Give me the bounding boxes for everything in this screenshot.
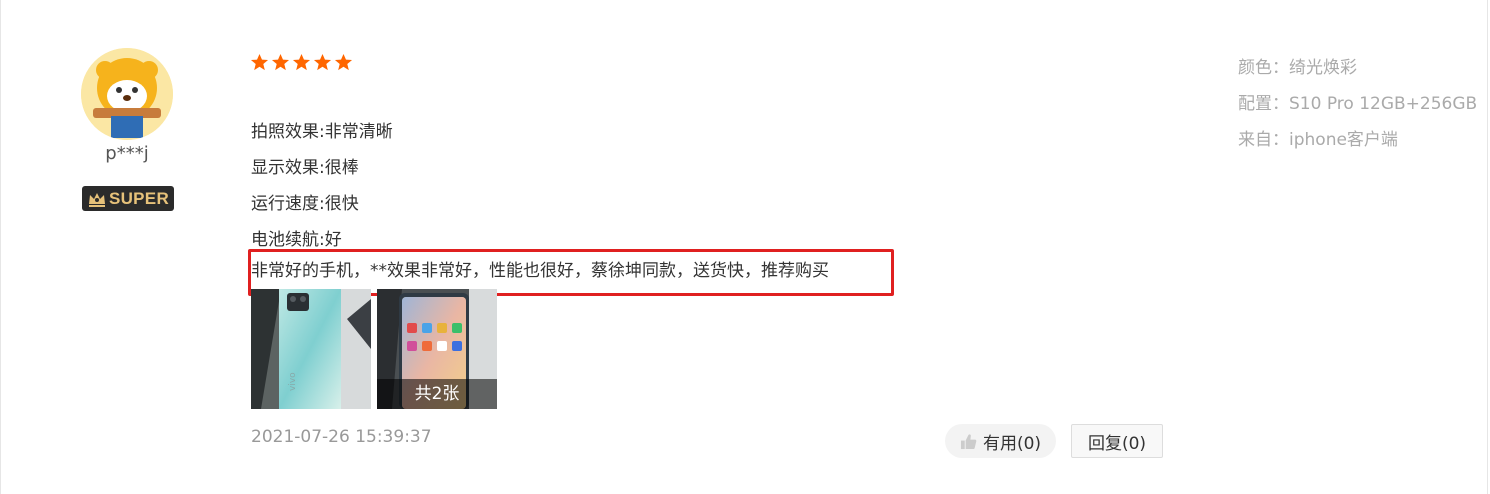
star-icon: [292, 53, 311, 71]
star-icon: [334, 53, 353, 71]
crown-icon: [88, 192, 105, 207]
useful-button[interactable]: 有用(0): [945, 424, 1056, 458]
meta-color: 颜色：绮光焕彩: [1238, 58, 1357, 78]
reply-button[interactable]: 回复(0): [1071, 424, 1163, 458]
user-avatar[interactable]: [81, 48, 173, 140]
review-image-thumbnail[interactable]: 共2张: [377, 289, 497, 409]
badge-label: SUPER: [108, 188, 170, 208]
meta-source: 来自：iphone客户端: [1238, 130, 1398, 150]
review-images: vivo 共2张: [251, 289, 497, 409]
attribute-display: 显示效果:很棒: [251, 158, 359, 178]
review-content: 非常好的手机，**效果非常好，性能也很好，蔡徐坤同款，送货快，推荐购买: [251, 261, 829, 281]
review-timestamp: 2021-07-26 15:39:37: [251, 427, 432, 447]
star-icon: [313, 53, 332, 71]
review-card: p***j SUPER 拍照效果:非常清晰 显示效果:很棒 运行速度:很快 电池…: [0, 0, 1488, 494]
review-attributes: 拍照效果:非常清晰 显示效果:很棒 运行速度:很快 电池续航:好: [251, 114, 393, 258]
star-icon: [250, 53, 269, 71]
rating-stars: [250, 53, 353, 72]
meta-config: 配置：S10 Pro 12GB+256GB: [1238, 94, 1478, 114]
super-member-badge: SUPER: [82, 186, 174, 211]
attribute-speed: 运行速度:很快: [251, 194, 359, 214]
svg-text:vivo: vivo: [288, 372, 298, 391]
attribute-battery: 电池续航:好: [251, 230, 342, 250]
review-image-thumbnail[interactable]: vivo: [251, 289, 371, 409]
thumbs-up-icon: [960, 433, 977, 449]
product-meta: 颜色：绮光焕彩 配置：S10 Pro 12GB+256GB 来自：iphone客…: [1238, 50, 1478, 158]
useful-label: 有用(0): [982, 433, 1042, 454]
image-count-label: 共2张: [377, 379, 497, 409]
attribute-photo: 拍照效果:非常清晰: [251, 122, 393, 142]
star-icon: [271, 53, 290, 71]
username: p***j: [105, 143, 149, 164]
